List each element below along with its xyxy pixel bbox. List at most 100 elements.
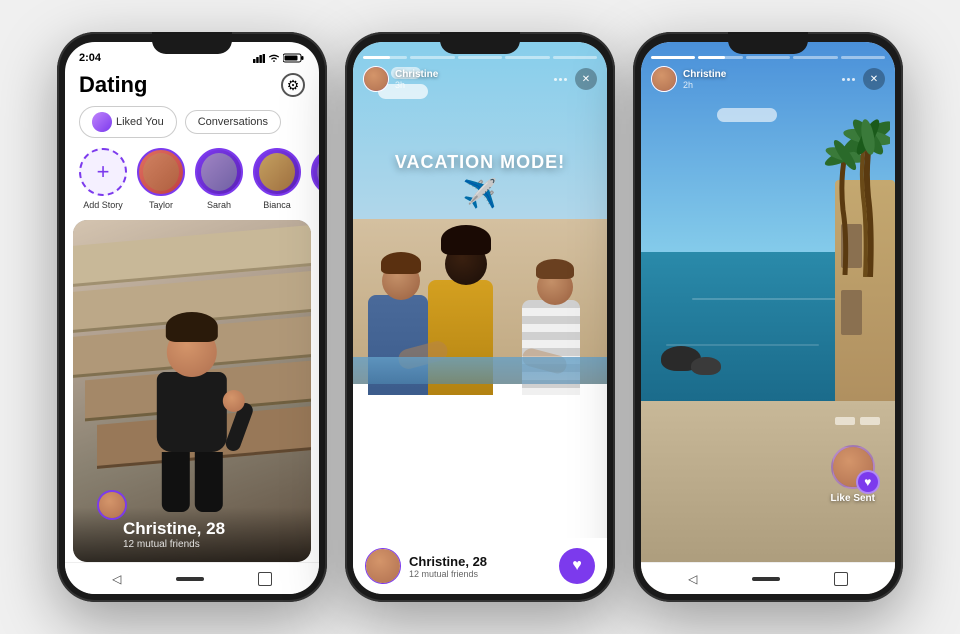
dating-home-screen: 2:04 xyxy=(65,42,319,594)
story-3-username: Christine xyxy=(683,69,726,80)
progress-2 xyxy=(410,56,454,59)
add-story-label: Add Story xyxy=(83,200,123,210)
progress-4 xyxy=(505,56,549,59)
bianca-avatar xyxy=(253,148,301,196)
phone-1: 2:04 xyxy=(57,32,327,602)
settings-button[interactable]: ⚙ xyxy=(281,73,305,97)
phone3-nav-home[interactable] xyxy=(752,577,780,581)
phone-2-screen: Christine 3h ✕ VACATION MODE! ✈️ xyxy=(353,42,607,594)
story-user-text: Christine 3h xyxy=(395,69,438,90)
water-ripple xyxy=(692,298,844,300)
pool-background xyxy=(641,42,895,594)
person-legs xyxy=(161,452,222,512)
card-mini-avatar xyxy=(97,490,127,520)
story-header-2: Christine 3h ✕ xyxy=(363,66,597,92)
phone3-nav-back[interactable]: ◁ xyxy=(688,572,697,586)
sp-avatar xyxy=(311,148,319,196)
vacation-text-overlay: VACATION MODE! ✈️ xyxy=(395,152,565,210)
person-body xyxy=(157,327,227,512)
pool-chairs xyxy=(835,417,880,425)
building-window-2 xyxy=(841,290,862,334)
nav-recent-button[interactable] xyxy=(258,572,272,586)
beach-background xyxy=(353,42,607,594)
card-text: Christine, 28 12 mutual friends xyxy=(123,519,225,550)
status-icons xyxy=(253,53,305,63)
like-sent-avatar-container: ♥ xyxy=(831,445,875,489)
vacation-title: VACATION MODE! xyxy=(395,152,565,173)
p3-bar-1 xyxy=(651,56,695,59)
wifi-icon xyxy=(268,54,280,63)
profile-card[interactable]: Christine, 28 12 mutual friends xyxy=(73,220,311,562)
story-3-user-info: Christine 2h xyxy=(651,66,726,92)
story-3-user-text: Christine 2h xyxy=(683,69,726,90)
add-story-item[interactable]: + Add Story xyxy=(79,148,127,210)
taylor-avatar xyxy=(137,148,185,196)
story-item-bianca[interactable]: Bianca xyxy=(253,148,301,210)
status-time: 2:04 xyxy=(79,52,101,64)
story-card-info: Christine, 28 12 mutual friends xyxy=(365,548,487,584)
story-close-button[interactable]: ✕ xyxy=(575,68,597,90)
story-item-taylor[interactable]: Taylor xyxy=(137,148,185,210)
story-3-user-avatar xyxy=(651,66,677,92)
phone3-nav-recent[interactable] xyxy=(834,572,848,586)
app-title: Dating xyxy=(79,72,147,98)
battery-icon xyxy=(283,53,305,63)
bottom-navigation: ◁ xyxy=(65,562,319,594)
story-more-button[interactable] xyxy=(554,78,567,81)
nav-back-button[interactable]: ◁ xyxy=(112,572,121,586)
phone-notch-3 xyxy=(728,32,808,54)
story-card-mutual: 12 mutual friends xyxy=(409,569,487,579)
story-3-close-button[interactable]: ✕ xyxy=(863,68,885,90)
story-card-avatar xyxy=(365,548,401,584)
signal-icon xyxy=(253,54,265,63)
story-3-time: 2h xyxy=(683,80,726,90)
palm-tree-right xyxy=(810,97,890,277)
rock-2 xyxy=(691,357,721,375)
story-3-more-button[interactable] xyxy=(842,78,855,81)
card-info-row: Christine, 28 12 mutual friends xyxy=(85,519,299,550)
story-card-name: Christine, 28 xyxy=(409,554,487,569)
liked-you-tab[interactable]: Liked You xyxy=(79,106,177,138)
phone-2: Christine 3h ✕ VACATION MODE! ✈️ xyxy=(345,32,615,602)
sarah-avatar xyxy=(195,148,243,196)
card-name: Christine, 28 xyxy=(123,519,225,539)
nav-home-indicator[interactable] xyxy=(176,577,204,581)
p3-fill-1 xyxy=(651,56,695,59)
story-view-2: Christine 3h ✕ VACATION MODE! ✈️ xyxy=(353,42,607,594)
story-item-sarah[interactable]: Sarah xyxy=(195,148,243,210)
people-group xyxy=(353,92,607,396)
person-head xyxy=(167,327,217,377)
card-info-overlay: Christine, 28 12 mutual friends xyxy=(73,507,311,562)
story-profile-card: Christine, 28 12 mutual friends ♥ xyxy=(353,538,607,594)
conversations-label: Conversations xyxy=(198,116,268,128)
p3-fill-2 xyxy=(698,56,725,59)
add-story-avatar: + xyxy=(79,148,127,196)
sarah-label: Sarah xyxy=(207,200,231,210)
phone-3: Christine 2h ✕ ♥ xyxy=(633,32,903,602)
story-view-3: Christine 2h ✕ ♥ xyxy=(641,42,895,594)
person-torso xyxy=(157,372,227,452)
story-user-avatar xyxy=(363,66,389,92)
water-line xyxy=(353,357,607,385)
story-progress-bar xyxy=(363,56,597,59)
liked-avatar xyxy=(92,112,112,132)
tabs-row: Liked You Conversations xyxy=(65,106,319,148)
phone-notch-1 xyxy=(152,32,232,54)
progress-3 xyxy=(458,56,502,59)
story-3-controls: ✕ xyxy=(842,68,885,90)
person-visual xyxy=(97,327,287,512)
like-sent-popup: ♥ Like Sent xyxy=(831,445,875,504)
story-username-2: Christine xyxy=(395,69,438,80)
app-header: Dating ⚙ xyxy=(65,68,319,106)
conversations-tab[interactable]: Conversations xyxy=(185,110,281,134)
liked-you-label: Liked You xyxy=(116,116,164,128)
story-3-progress xyxy=(651,56,885,59)
story-controls: ✕ xyxy=(554,68,597,90)
like-button[interactable]: ♥ xyxy=(559,548,595,584)
story-item-sp[interactable]: Sp... xyxy=(311,148,319,210)
phone-notch-2 xyxy=(440,32,520,54)
story-header-3: Christine 2h ✕ xyxy=(651,66,885,92)
phone3-bottom-nav: ◁ xyxy=(641,562,895,594)
story-user-info: Christine 3h xyxy=(363,66,438,92)
phone-1-screen: 2:04 xyxy=(65,42,319,594)
